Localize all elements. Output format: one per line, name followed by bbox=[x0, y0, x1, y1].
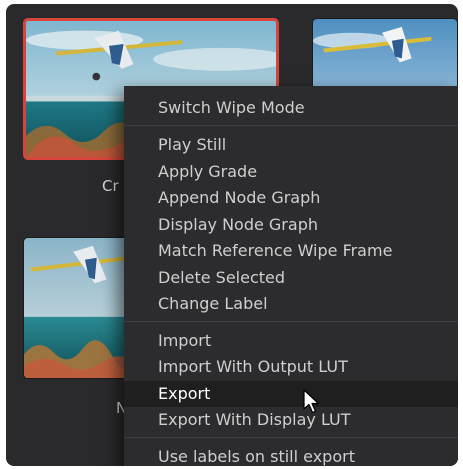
menu-item-display-node-graph[interactable]: Display Node Graph bbox=[124, 212, 458, 238]
menu-separator bbox=[124, 125, 458, 126]
menu-item-switch-wipe-mode[interactable]: Switch Wipe Mode bbox=[124, 95, 458, 121]
menu-item-change-label[interactable]: Change Label bbox=[124, 291, 458, 317]
menu-item-apply-grade[interactable]: Apply Grade bbox=[124, 159, 458, 185]
menu-item-export[interactable]: Export bbox=[124, 381, 458, 407]
still-label: Cr bbox=[102, 177, 119, 195]
menu-item-append-node-graph[interactable]: Append Node Graph bbox=[124, 185, 458, 211]
menu-item-export-with-display-lut[interactable]: Export With Display LUT bbox=[124, 407, 458, 433]
menu-separator bbox=[124, 321, 458, 322]
mouse-cursor-icon bbox=[303, 389, 320, 414]
menu-item-delete-selected[interactable]: Delete Selected bbox=[124, 265, 458, 291]
menu-item-match-reference-wipe-frame[interactable]: Match Reference Wipe Frame bbox=[124, 238, 458, 264]
menu-item-import[interactable]: Import bbox=[124, 328, 458, 354]
context-menu: Switch Wipe Mode Play Still Apply Grade … bbox=[124, 86, 458, 466]
menu-separator bbox=[124, 437, 458, 438]
gallery-panel: Cr N Switch Wipe Mode Play Still Apply G… bbox=[6, 4, 458, 466]
menu-item-use-labels-on-still-export[interactable]: Use labels on still export bbox=[124, 444, 458, 466]
menu-item-import-with-output-lut[interactable]: Import With Output LUT bbox=[124, 354, 458, 380]
menu-item-play-still[interactable]: Play Still bbox=[124, 132, 458, 158]
